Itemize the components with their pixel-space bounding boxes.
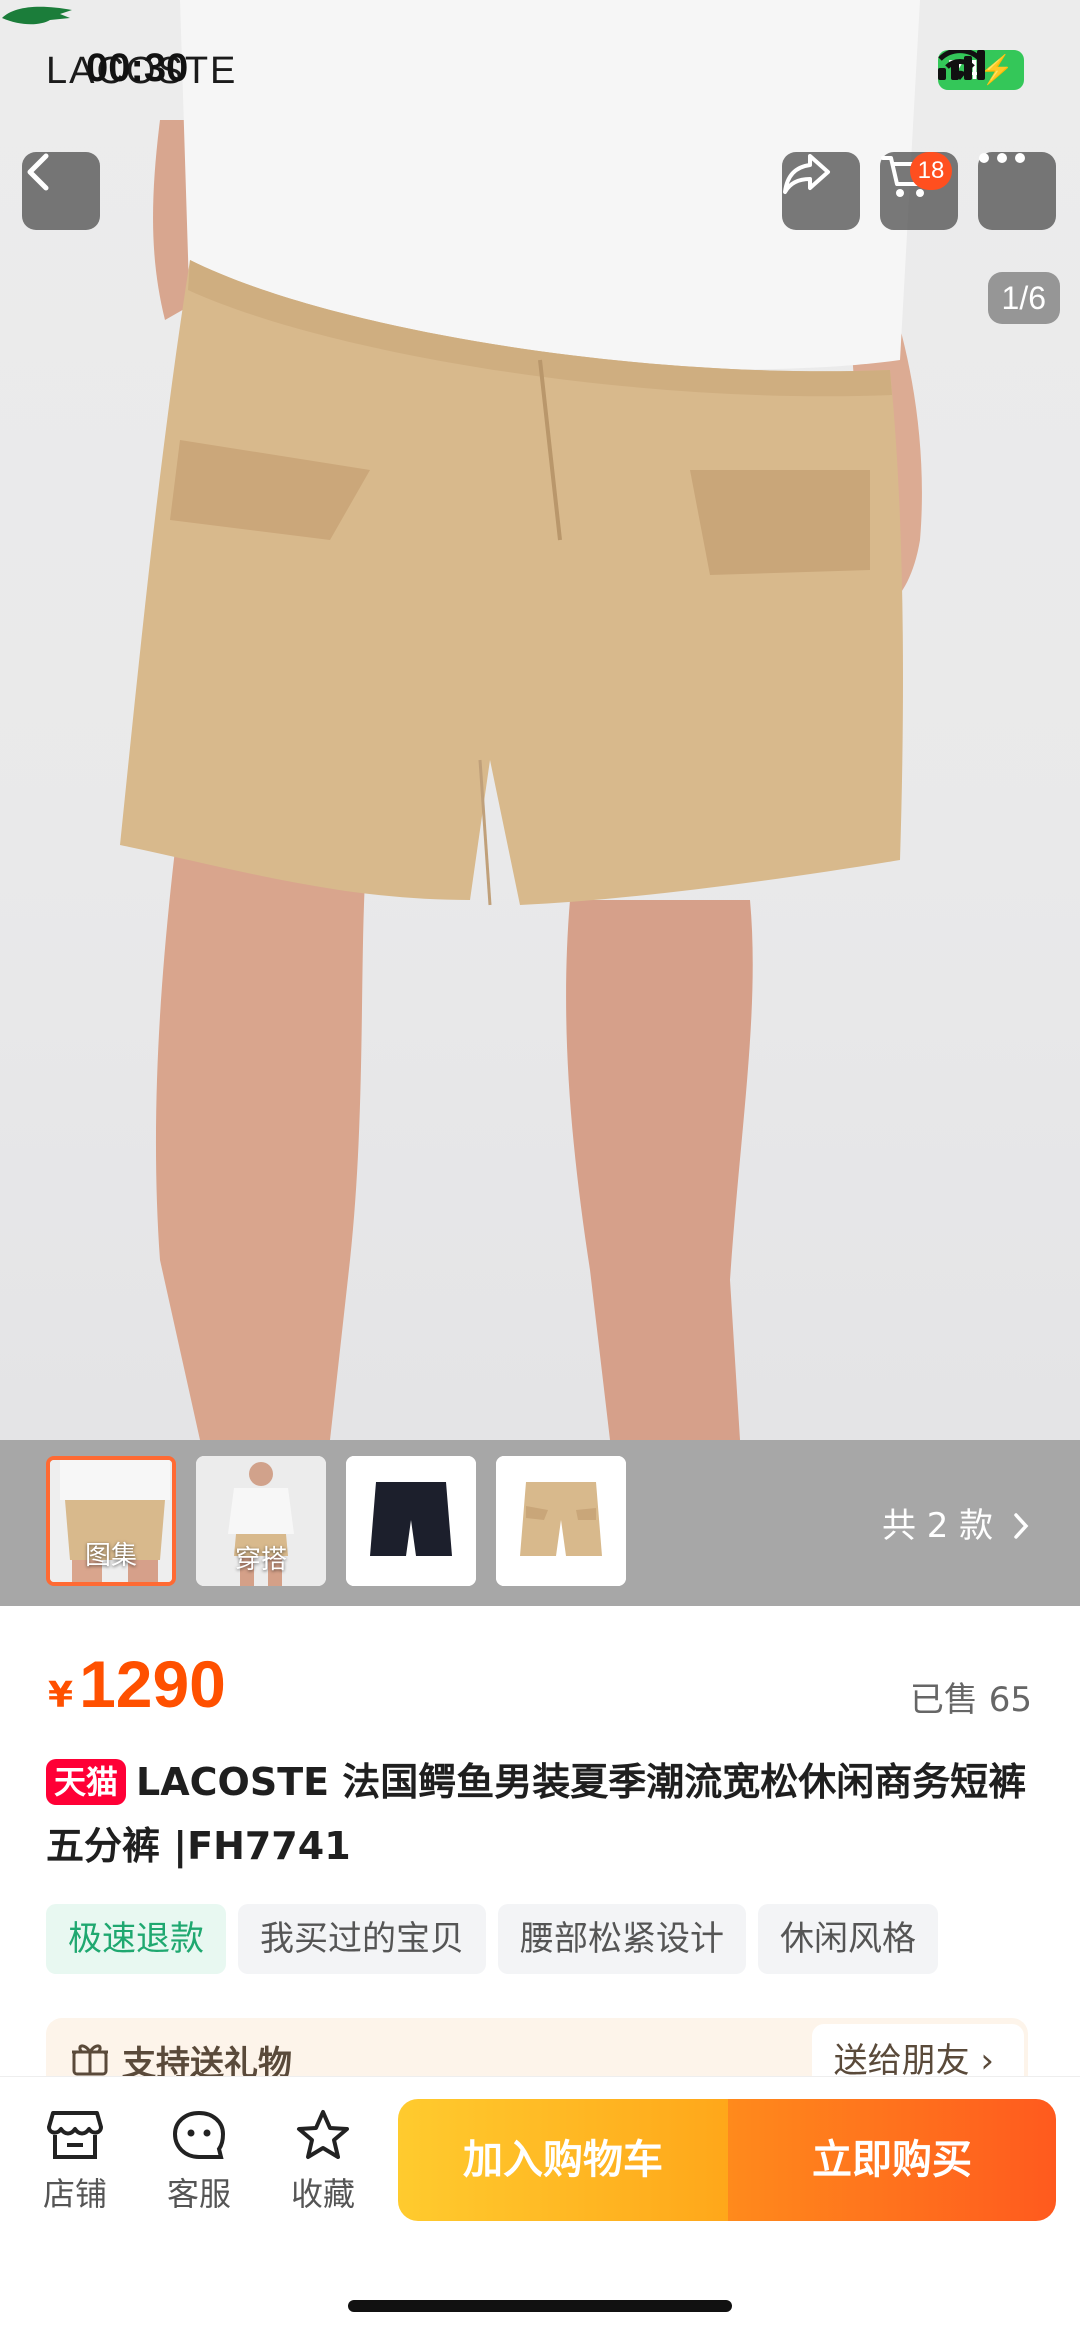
price-value: 1290 [79,1647,226,1721]
thumbnail-khaki[interactable] [496,1456,626,1586]
thumbnail-label: 图集 [84,1541,137,1571]
thumbnail-strip: 图集 穿搭 共 2 款 [0,1440,1080,1606]
favorite-button[interactable]: 收藏 [278,2109,368,2215]
thumbnail-navy[interactable] [346,1456,476,1586]
chat-face-icon [172,2110,226,2159]
favorite-label: 收藏 [290,2175,355,2213]
status-time: 00:30 [86,46,189,90]
wifi-icon [938,50,982,80]
cart-count-badge: 18 [910,152,952,190]
status-icons: 74⚡ [937,50,1024,90]
bottom-action-bar: 店铺 客服 收藏 加入购物车 立即购买 [0,2076,1080,2338]
send-to-friend-label: 送给朋友 [833,2041,970,2081]
store-icon [47,2111,103,2159]
product-title: 天猫 LACOSTE 法国鳄鱼男装夏季潮流宽松休闲商务短裤五分裤 |FH7741 [46,1750,1036,1878]
share-icon [783,154,830,194]
gift-icon [72,2044,108,2076]
tmall-badge: 天猫 [46,1759,127,1805]
thumbnail-image [346,1456,476,1586]
variants-label: 共 2 款 [881,1506,994,1546]
tag-fast-refund[interactable]: 极速退款 [46,1904,226,1974]
store-button[interactable]: 店铺 [30,2109,120,2215]
product-title-text: LACOSTE 法国鳄鱼男装夏季潮流宽松休闲商务短裤五分裤 |FH7741 [46,1760,1027,1868]
thumbnail-gallery[interactable]: 图集 [46,1456,176,1586]
crocodile-logo-icon [2,6,72,25]
star-icon [297,2110,349,2159]
add-to-cart-button[interactable]: 加入购物车 [398,2099,728,2221]
price-currency: ¥ [48,1675,74,1716]
service-label: 客服 [166,2175,231,2213]
back-button[interactable] [22,152,100,230]
image-counter: 1/6 [987,272,1060,324]
more-button[interactable] [978,152,1056,230]
price: ¥ 1290 [48,1646,226,1722]
variants-link[interactable]: 共 2 款 [882,1498,1032,1547]
more-dots-icon [979,153,1025,163]
share-button[interactable] [782,152,860,230]
product-image[interactable]: LACOSTE 00:30 74⚡ 18 1/6 [0,0,1080,1440]
thumbnail-image [496,1456,626,1586]
tag-purchased[interactable]: 我买过的宝贝 [238,1904,486,1974]
chevron-right-icon [1014,1513,1029,1539]
feature-tags: 极速退款 我买过的宝贝 腰部松紧设计 休闲风格 [46,1904,938,1974]
tag-elastic-waist[interactable]: 腰部松紧设计 [498,1904,746,1974]
thumbnail-outfit[interactable]: 穿搭 [196,1456,326,1586]
sold-count: 已售 65 [909,1680,1032,1720]
chevron-right-icon: › [980,2041,994,2081]
buy-now-button[interactable]: 立即购买 [728,2099,1056,2221]
thumbnail-label: 穿搭 [234,1545,287,1575]
home-indicator[interactable] [348,2300,732,2312]
customer-service-button[interactable]: 客服 [154,2109,244,2215]
tag-casual-style[interactable]: 休闲风格 [758,1904,938,1974]
store-label: 店铺 [42,2175,107,2213]
chevron-left-icon [27,153,49,191]
